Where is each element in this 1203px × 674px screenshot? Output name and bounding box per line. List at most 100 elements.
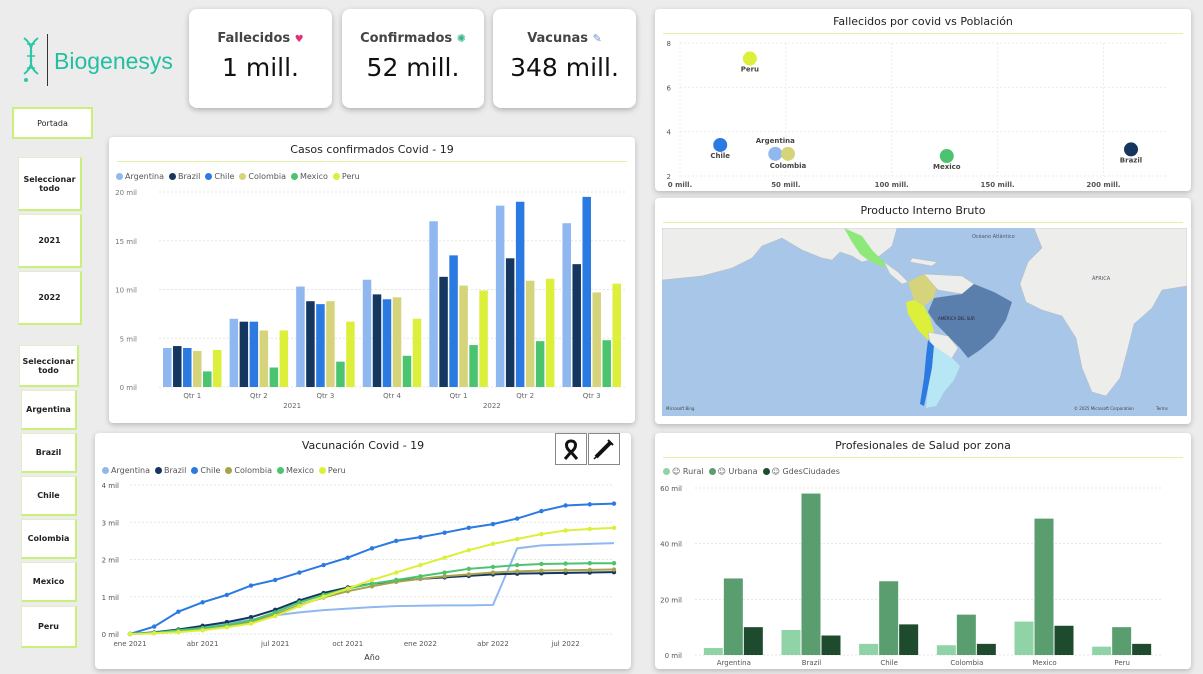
bar: [203, 371, 212, 387]
data-point: [611, 501, 617, 506]
bar: [1054, 625, 1074, 655]
country-slicer-select-all[interactable]: Seleccionar todo: [19, 345, 79, 387]
data-point: [539, 531, 544, 537]
data-point: [224, 625, 229, 630]
data-point: [394, 577, 399, 583]
bar: [592, 292, 601, 387]
x-tick-label: Qtr 2: [516, 392, 534, 400]
bar: [249, 321, 259, 387]
legend-peru: Peru: [332, 172, 360, 181]
kpi-label: Vacunas ✎: [527, 31, 602, 46]
map-attribution-bing: Microsoft Bing: [666, 406, 695, 411]
fallecidos-chart-title: Fallecidos por covid vs Población: [833, 15, 1013, 28]
data-point: [466, 525, 471, 531]
kpi-confirmados-card[interactable]: Confirmados ✺ 52 mill.: [342, 9, 484, 108]
bar: [346, 321, 355, 387]
vacunacion-chart-panel[interactable]: Vacunación Covid - 19 Argentina Brazil C…: [95, 433, 631, 669]
legend-urbana: ☺ Urbana: [708, 467, 758, 476]
x-tick-label: 200 mill.: [1086, 181, 1120, 189]
country-slicer-colombia[interactable]: Colombia: [21, 519, 77, 559]
bar: [449, 255, 458, 387]
dna-icon: [23, 37, 39, 82]
country-slicer-chile[interactable]: Chile: [21, 476, 77, 516]
bar: [899, 624, 919, 655]
bar: [602, 340, 611, 387]
data-point: [394, 570, 399, 575]
bar: [372, 294, 382, 387]
legend-mexico: Mexico: [276, 466, 314, 475]
vacunacion-legend: Argentina Brazil Chile Colombia Mexico P…: [102, 466, 346, 475]
data-point: [587, 526, 592, 532]
y-tick-label: 0 mil: [665, 652, 682, 660]
bar: [239, 321, 249, 387]
country-slicer-argentina[interactable]: Argentina: [21, 390, 77, 430]
bar: [173, 346, 182, 387]
data-point: [345, 555, 350, 560]
data-point: [273, 613, 278, 619]
kpi-fallecidos-card[interactable]: Fallecidos ♥ 1 mill.: [189, 9, 332, 108]
pib-map[interactable]: Océano Atlántico ÁFRICA AMÉRICA DEL SUR …: [662, 228, 1187, 416]
map-terms-link[interactable]: Terms: [1155, 406, 1168, 411]
point-label: Colombia: [770, 162, 807, 170]
data-point: [200, 600, 205, 605]
vaccine-button[interactable]: [588, 433, 620, 465]
bar: [336, 361, 345, 387]
data-point: [369, 546, 375, 551]
pib-map-panel[interactable]: Producto Interno Bruto Océano Atlántico …: [655, 198, 1191, 424]
bar: [505, 258, 515, 387]
logo-divider: [47, 34, 48, 86]
y-tick-label: 10 mil: [115, 287, 137, 295]
data-point: [490, 541, 496, 547]
x-tick-label: Qtr 1: [450, 392, 468, 400]
year-slicer-2022[interactable]: 2022: [18, 271, 82, 325]
data-point: [515, 516, 520, 521]
portada-button[interactable]: Portada: [12, 107, 93, 139]
profesionales-chart-panel[interactable]: Profesionales de Salud por zona ☺ Rural …: [655, 433, 1191, 669]
x-tick-label: Argentina: [717, 659, 751, 667]
profesionales-chart-plot: 0 mil 20 mil 40 mil 60 mil Argentina Brazil Ch…: [660, 485, 1161, 667]
point-label: Brazil: [1120, 156, 1142, 164]
x-tick-label: Qtr 2: [250, 392, 268, 400]
bar: [402, 355, 412, 387]
data-point: [515, 562, 520, 568]
data-point: [200, 628, 205, 633]
title-rule: [117, 161, 627, 162]
x-tick-label: 0 mill.: [668, 181, 692, 189]
y-tick-label: 4: [667, 129, 672, 137]
data-point: [490, 564, 496, 570]
data-point: [224, 592, 229, 598]
country-slicer-mexico[interactable]: Mexico: [21, 562, 77, 602]
y-tick-label: 20 mil: [660, 596, 682, 604]
bar: [479, 290, 488, 387]
y-tick-label: 2 mil: [102, 557, 119, 565]
year-slicer-2021[interactable]: 2021: [18, 214, 82, 268]
year-slicer-select-all[interactable]: Seleccionar todo: [18, 157, 82, 211]
vacunacion-chart-plot: 0 mil 1 mil 2 mil 3 mil 4 mil ene 2021 abr 202…: [102, 482, 617, 662]
kpi-vacunas-card[interactable]: Vacunas ✎ 348 mill.: [493, 9, 636, 108]
point-label: Chile: [710, 152, 730, 160]
data-point: [563, 503, 568, 508]
data-point: [176, 629, 181, 635]
data-point: [345, 586, 350, 591]
bar: [392, 297, 402, 387]
syringe-icon: [593, 439, 614, 460]
country-slicer-brazil[interactable]: Brazil: [21, 433, 77, 473]
bar: [213, 349, 222, 387]
legend-brazil: Brazil: [155, 466, 186, 475]
casos-chart-panel[interactable]: Casos confirmados Covid - 19 Argentina B…: [109, 137, 635, 423]
data-point: [1124, 142, 1139, 157]
data-point: [466, 566, 471, 572]
ribbon-button[interactable]: [555, 433, 587, 465]
data-point: [297, 603, 302, 609]
fallecidos-chart-panel[interactable]: Fallecidos por covid vs Población 2 4 6 8 0 …: [655, 9, 1191, 191]
country-slicer-peru[interactable]: Peru: [21, 606, 77, 648]
data-point: [490, 521, 496, 527]
kpi-value: 52 mill.: [366, 53, 460, 82]
data-point: [442, 570, 447, 575]
x-tick-label: 50 mill.: [771, 181, 800, 189]
bar: [229, 318, 239, 387]
casos-legend: Argentina Brazil Chile Colombia Mexico P…: [116, 172, 360, 181]
bar: [801, 493, 821, 655]
bar: [936, 645, 956, 655]
bar: [545, 278, 555, 387]
